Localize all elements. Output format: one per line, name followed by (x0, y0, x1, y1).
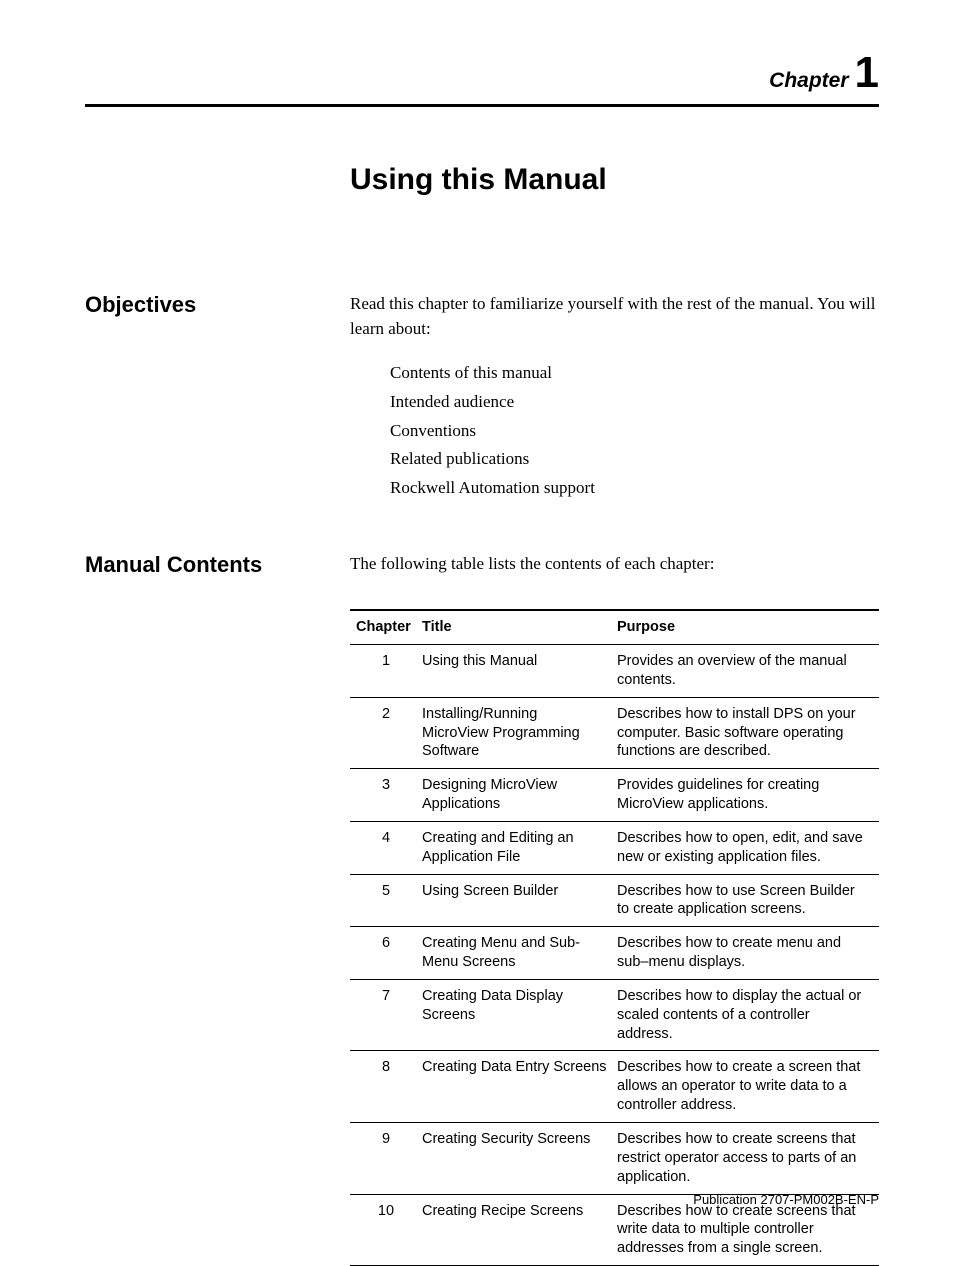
th-chapter: Chapter (350, 610, 422, 644)
bullet-item: Intended audience (390, 390, 879, 415)
bullet-item: Contents of this manual (390, 361, 879, 386)
cell-purpose: Provides guidelines for creating MicroVi… (617, 769, 879, 822)
section-label-manual-contents: Manual Contents (85, 552, 350, 578)
section-body-manual-contents: The following table lists the contents o… (350, 552, 879, 1266)
footer-publication: Publication 2707-PM002B-EN-P (693, 1192, 879, 1207)
cell-chapter: 7 (350, 979, 422, 1051)
objectives-intro: Read this chapter to familiarize yoursel… (350, 292, 879, 341)
cell-chapter: 8 (350, 1051, 422, 1123)
cell-purpose: Describes how to install DPS on your com… (617, 697, 879, 769)
chapter-header: Chapter 1 (85, 48, 879, 98)
cell-title: Creating Data Display Screens (422, 979, 617, 1051)
cell-title: Installing/Running MicroView Programming… (422, 697, 617, 769)
manual-contents-intro: The following table lists the contents o… (350, 552, 879, 577)
cell-purpose: Describes how to create menu and sub–men… (617, 927, 879, 980)
page-title: Using this Manual (350, 163, 879, 197)
table-row: 6 Creating Menu and Sub-Menu Screens Des… (350, 927, 879, 980)
table-row: 1 Using this Manual Provides an overview… (350, 644, 879, 697)
cell-chapter: 3 (350, 769, 422, 822)
table-row: 2 Installing/Running MicroView Programmi… (350, 697, 879, 769)
table-row: 7 Creating Data Display Screens Describe… (350, 979, 879, 1051)
table-row: 9 Creating Security Screens Describes ho… (350, 1123, 879, 1195)
cell-chapter: 9 (350, 1123, 422, 1195)
th-purpose: Purpose (617, 610, 879, 644)
th-title: Title (422, 610, 617, 644)
table-row: 5 Using Screen Builder Describes how to … (350, 874, 879, 927)
cell-chapter: 1 (350, 644, 422, 697)
chapter-label: Chapter (769, 69, 848, 92)
contents-table: Chapter Title Purpose 1 Using this Manua… (350, 609, 879, 1266)
cell-chapter: 5 (350, 874, 422, 927)
chapter-number: 1 (855, 48, 879, 97)
cell-title: Designing MicroView Applications (422, 769, 617, 822)
cell-purpose: Describes how to create screens that res… (617, 1123, 879, 1195)
bullet-item: Related publications (390, 447, 879, 472)
cell-title: Using Screen Builder (422, 874, 617, 927)
bullet-item: Rockwell Automation support (390, 476, 879, 501)
bullet-item: Conventions (390, 419, 879, 444)
cell-purpose: Describes how to display the actual or s… (617, 979, 879, 1051)
section-body-objectives: Read this chapter to familiarize yoursel… (350, 292, 879, 504)
cell-title: Creating and Editing an Application File (422, 821, 617, 874)
cell-title: Using this Manual (422, 644, 617, 697)
cell-chapter: 10 (350, 1194, 422, 1266)
cell-title: Creating Recipe Screens (422, 1194, 617, 1266)
section-label-objectives: Objectives (85, 292, 350, 318)
cell-title: Creating Data Entry Screens (422, 1051, 617, 1123)
section-objectives: Objectives Read this chapter to familiar… (85, 292, 879, 504)
cell-purpose: Describes how to open, edit, and save ne… (617, 821, 879, 874)
cell-chapter: 4 (350, 821, 422, 874)
table-row: 4 Creating and Editing an Application Fi… (350, 821, 879, 874)
table-header-row: Chapter Title Purpose (350, 610, 879, 644)
cell-chapter: 6 (350, 927, 422, 980)
cell-title: Creating Menu and Sub-Menu Screens (422, 927, 617, 980)
cell-title: Creating Security Screens (422, 1123, 617, 1195)
table-row: 3 Designing MicroView Applications Provi… (350, 769, 879, 822)
table-row: 8 Creating Data Entry Screens Describes … (350, 1051, 879, 1123)
cell-chapter: 2 (350, 697, 422, 769)
cell-purpose: Provides an overview of the manual conte… (617, 644, 879, 697)
header-rule (85, 104, 879, 107)
cell-purpose: Describes how to create a screen that al… (617, 1051, 879, 1123)
section-manual-contents: Manual Contents The following table list… (85, 552, 879, 1266)
objectives-bullets: Contents of this manual Intended audienc… (390, 361, 879, 500)
cell-purpose: Describes how to use Screen Builder to c… (617, 874, 879, 927)
